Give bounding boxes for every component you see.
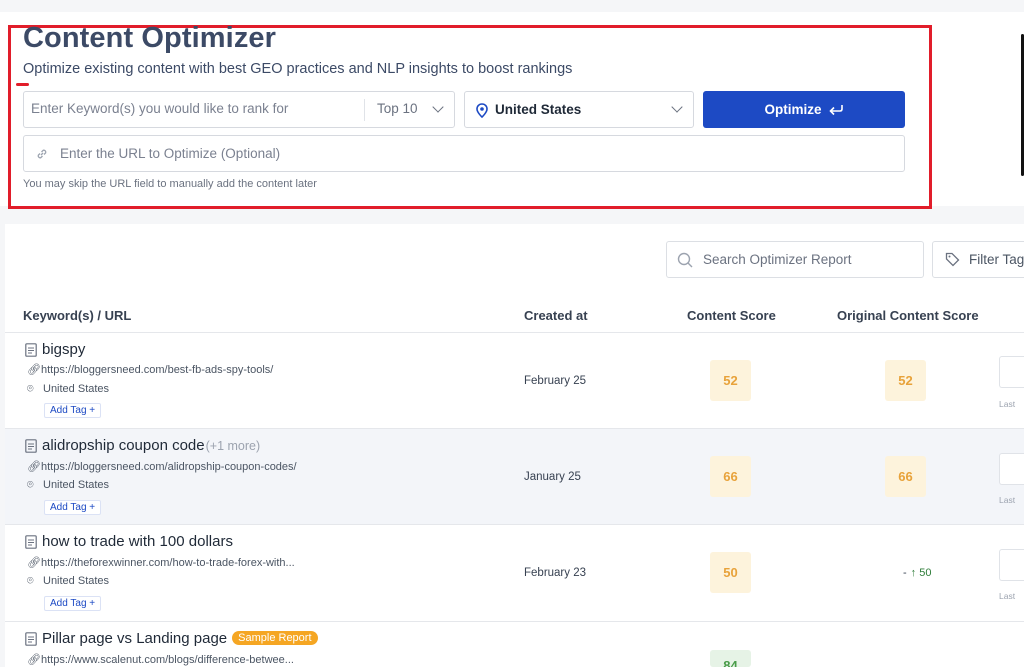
original-score-change: - ↑ 50 bbox=[903, 567, 931, 579]
page-title: Content Optimizer bbox=[23, 22, 277, 54]
location-pin-icon: ⌾ bbox=[27, 479, 34, 491]
table-row[interactable] bbox=[5, 333, 1024, 429]
keyword-title[interactable]: Pillar page vs Landing page Sample Report bbox=[42, 630, 318, 647]
add-tag-button[interactable]: Add Tag + bbox=[44, 596, 102, 611]
report-location: ⌾ United States bbox=[27, 479, 109, 492]
annotation-mark bbox=[16, 83, 29, 86]
row-action-button[interactable] bbox=[999, 549, 1024, 581]
filter-tag-button[interactable]: Filter Tag bbox=[932, 241, 1024, 278]
document-icon bbox=[25, 439, 37, 453]
row-action-button[interactable] bbox=[999, 356, 1024, 388]
column-header-keyword[interactable]: Keyword(s) / URL bbox=[23, 308, 131, 323]
original-score-up: ↑ 50 bbox=[910, 567, 932, 579]
location-value: United States bbox=[495, 102, 582, 117]
location-pin-icon: ⌾ bbox=[27, 575, 34, 587]
created-date: February 25 bbox=[524, 375, 587, 387]
original-score-dash: - bbox=[903, 567, 907, 579]
optimize-button[interactable]: Optimize bbox=[703, 91, 905, 128]
content-score: 84 bbox=[710, 650, 751, 667]
link-icon: 🔗︎ bbox=[27, 364, 41, 376]
link-icon: 🔗︎ bbox=[27, 461, 41, 473]
report-url[interactable]: 🔗︎https://www.scalenut.com/blogs/differe… bbox=[27, 653, 294, 666]
field-divider bbox=[364, 99, 365, 121]
original-score: 66 bbox=[885, 456, 926, 497]
report-url[interactable]: 🔗︎https://bloggersneed.com/alidropship-c… bbox=[27, 460, 297, 473]
url-hint: You may skip the URL field to manually a… bbox=[23, 178, 317, 190]
chevron-down-icon bbox=[671, 101, 683, 113]
optimize-label: Optimize bbox=[764, 102, 822, 117]
keyword-text: how to trade with 100 dollars bbox=[42, 533, 233, 550]
content-score: 66 bbox=[710, 456, 751, 497]
document-icon bbox=[25, 632, 37, 646]
keyword-title[interactable]: bigspy bbox=[42, 341, 85, 358]
keyword-text: Pillar page vs Landing page bbox=[42, 630, 228, 647]
report-url-text: https://bloggersneed.com/alidropship-cou… bbox=[41, 461, 297, 473]
filter-tag-label: Filter Tag bbox=[969, 252, 1024, 267]
report-url-text: https://theforexwinner.com/how-to-trade-… bbox=[41, 557, 295, 569]
last-label: Last bbox=[999, 591, 1016, 601]
search-icon bbox=[677, 252, 693, 268]
last-label: Last bbox=[999, 399, 1016, 409]
chevron-down-icon[interactable] bbox=[432, 101, 444, 113]
search-input[interactable] bbox=[703, 252, 913, 267]
last-label: Last bbox=[999, 495, 1016, 505]
sample-report-badge: Sample Report bbox=[232, 631, 318, 645]
content-score: 52 bbox=[710, 360, 751, 401]
tag-icon bbox=[945, 252, 960, 267]
report-url[interactable]: 🔗︎https://theforexwinner.com/how-to-trad… bbox=[27, 556, 295, 569]
report-location: ⌾ United States bbox=[27, 383, 109, 396]
add-tag-button[interactable]: Add Tag + bbox=[44, 403, 102, 418]
created-date: January 25 bbox=[524, 471, 581, 483]
keyword-input[interactable] bbox=[31, 101, 361, 116]
document-icon bbox=[25, 343, 37, 357]
report-url-text: https://bloggersneed.com/best-fb-ads-spy… bbox=[41, 364, 274, 376]
search-field bbox=[666, 241, 924, 278]
content-score: 50 bbox=[710, 552, 751, 593]
report-location-text: United States bbox=[43, 479, 110, 491]
keyword-title[interactable]: how to trade with 100 dollars bbox=[42, 533, 233, 550]
report-location-text: United States bbox=[43, 383, 110, 395]
column-header-score[interactable]: Content Score bbox=[687, 308, 776, 323]
more-keywords[interactable]: (+1 more) bbox=[206, 439, 261, 453]
keyword-text: bigspy bbox=[42, 341, 86, 358]
column-header-original-score[interactable]: Original Content Score bbox=[837, 308, 979, 323]
url-input[interactable] bbox=[60, 146, 860, 161]
column-header-created[interactable]: Created at bbox=[524, 308, 588, 323]
enter-arrow-icon bbox=[828, 104, 843, 115]
link-icon: 🔗︎ bbox=[27, 557, 41, 569]
link-icon: 🔗︎ bbox=[27, 654, 41, 666]
report-url-text: https://www.scalenut.com/blogs/differenc… bbox=[41, 654, 294, 666]
keyword-field: Top 10 bbox=[23, 91, 455, 128]
document-icon bbox=[25, 535, 37, 549]
report-location: ⌾ United States bbox=[27, 575, 109, 588]
created-date: February 23 bbox=[524, 567, 587, 579]
top-results-select[interactable]: Top 10 bbox=[377, 101, 418, 116]
keyword-text: alidropship coupon code bbox=[42, 437, 205, 454]
url-field bbox=[23, 135, 905, 172]
original-score: 52 bbox=[885, 360, 926, 401]
row-action-button[interactable] bbox=[999, 453, 1024, 485]
page-subtitle: Optimize existing content with best GEO … bbox=[23, 61, 573, 77]
keyword-title[interactable]: alidropship coupon code(+1 more) bbox=[42, 437, 260, 454]
report-location-text: United States bbox=[43, 575, 110, 587]
location-pin-icon bbox=[476, 103, 488, 118]
link-icon bbox=[37, 149, 47, 159]
location-select[interactable]: United States bbox=[464, 91, 694, 128]
report-url[interactable]: 🔗︎https://bloggersneed.com/best-fb-ads-s… bbox=[27, 363, 273, 376]
location-pin-icon: ⌾ bbox=[27, 383, 34, 395]
add-tag-button[interactable]: Add Tag + bbox=[44, 500, 102, 515]
